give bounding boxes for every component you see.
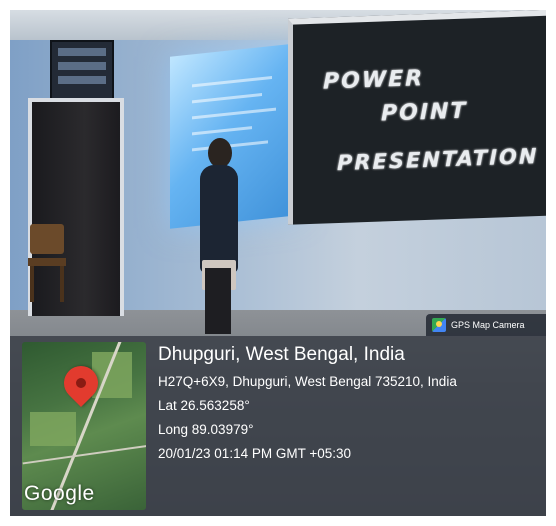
blackboard: POWER POINT PRESENTATION	[288, 10, 546, 225]
presenter-head	[208, 138, 232, 168]
location-info: Dhupguri, West Bengal, India H27Q+6X9, D…	[158, 344, 540, 470]
location-longitude: Long 89.03979°	[158, 422, 254, 437]
gps-map-camera-logo-icon	[432, 318, 446, 332]
blackboard-text-line3: PRESENTATION	[337, 144, 539, 176]
location-address: H27Q+6X9, Dhupguri, West Bengal 735210, …	[158, 374, 457, 389]
location-title: Dhupguri, West Bengal, India	[158, 344, 405, 365]
gps-map-camera-label: GPS Map Camera	[451, 320, 525, 330]
notice-board	[50, 40, 114, 106]
presenter-legs	[205, 268, 231, 334]
location-map: Google	[22, 342, 146, 510]
chair	[28, 224, 66, 302]
blackboard-text-line1: POWER	[323, 66, 425, 95]
location-datetime: 20/01/23 01:14 PM GMT +05:30	[158, 446, 352, 461]
gps-map-camera-tag: GPS Map Camera	[426, 314, 546, 336]
location-latitude: Lat 26.563258°	[158, 398, 250, 413]
blackboard-text-line2: POINT	[381, 98, 468, 127]
location-overlay: Google Dhupguri, West Bengal, India H27Q…	[10, 336, 546, 516]
photo-frame: POWER POINT PRESENTATION GPS Map Camera …	[10, 10, 546, 516]
map-attribution: Google	[24, 482, 95, 505]
presenter-body	[200, 165, 238, 273]
